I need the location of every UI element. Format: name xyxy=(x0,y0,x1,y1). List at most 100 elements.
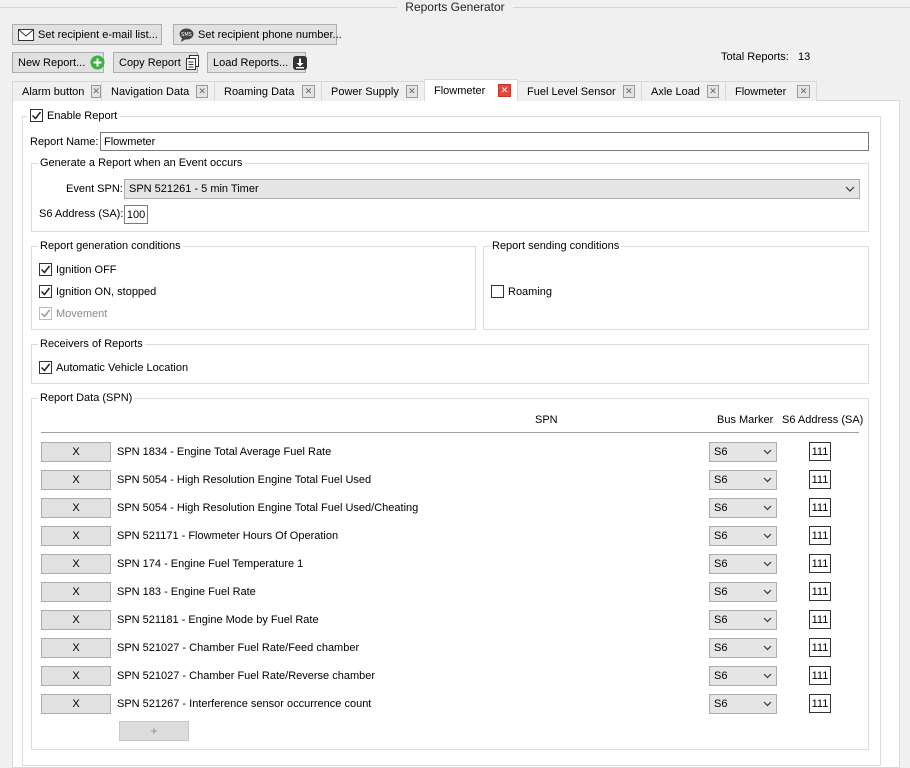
tab-flowmeter-active[interactable]: Flowmeter ✕ xyxy=(424,79,518,101)
bus-marker-select[interactable]: S6 xyxy=(709,666,777,686)
checkbox-box xyxy=(39,307,52,320)
close-tab-icon[interactable]: ✕ xyxy=(302,85,315,98)
bus-marker-select[interactable]: S6 xyxy=(709,610,777,630)
sa-address-input[interactable]: 111 xyxy=(809,582,831,601)
bus-marker-select[interactable]: S6 xyxy=(709,694,777,714)
set-email-button[interactable]: Set recipient e-mail list... xyxy=(12,24,162,45)
sa-address-input[interactable]: 111 xyxy=(809,610,831,629)
tab-axle-load[interactable]: Axle Load ✕ xyxy=(641,81,726,101)
tab-flowmeter-2[interactable]: Flowmeter ✕ xyxy=(725,81,817,101)
chevron-down-icon xyxy=(763,670,772,682)
remove-spn-button[interactable]: X xyxy=(41,442,111,462)
tab-roaming-data[interactable]: Roaming Data ✕ xyxy=(214,81,322,101)
chevron-down-icon xyxy=(763,558,772,570)
remove-spn-button[interactable]: X xyxy=(41,554,111,574)
sa-address-input[interactable]: 111 xyxy=(809,554,831,573)
close-tab-icon[interactable]: ✕ xyxy=(196,85,208,98)
add-circle-icon xyxy=(90,55,105,70)
close-tab-icon[interactable]: ✕ xyxy=(622,85,635,98)
download-icon xyxy=(293,55,308,70)
avl-checkbox[interactable]: Automatic Vehicle Location xyxy=(39,361,188,374)
bus-marker-value: S6 xyxy=(714,530,728,542)
spn-label: SPN 1834 - Engine Total Average Fuel Rat… xyxy=(117,446,332,458)
spn-label: SPN 521027 - Chamber Fuel Rate/Feed cham… xyxy=(117,642,360,654)
remove-spn-button[interactable]: X xyxy=(41,666,111,686)
sa-input[interactable]: 100 xyxy=(124,205,148,224)
bus-marker-select[interactable]: S6 xyxy=(709,638,777,658)
window-title: Reports Generator xyxy=(0,0,910,14)
sa-address-input[interactable]: 111 xyxy=(809,666,831,685)
checkbox-box[interactable] xyxy=(39,263,52,276)
spn-label: SPN 521181 - Engine Mode by Fuel Rate xyxy=(117,614,319,626)
chevron-down-icon xyxy=(763,586,772,598)
event-group-title: Generate a Report when an Event occurs xyxy=(38,157,245,169)
chevron-down-icon xyxy=(763,446,772,458)
close-tab-icon[interactable]: ✕ xyxy=(405,85,418,98)
spn-label: SPN 521267 - Interference sensor occurre… xyxy=(117,698,372,710)
new-report-button[interactable]: New Report... xyxy=(12,52,105,73)
chevron-down-icon xyxy=(763,474,772,486)
sa-address-input[interactable]: 111 xyxy=(809,638,831,657)
bus-marker-select[interactable]: S6 xyxy=(709,526,777,546)
checkbox-box[interactable] xyxy=(491,285,504,298)
bus-marker-select[interactable]: S6 xyxy=(709,442,777,462)
sa-address-input[interactable]: 111 xyxy=(809,526,831,545)
bus-marker-value: S6 xyxy=(714,446,728,458)
bus-marker-value: S6 xyxy=(714,586,728,598)
total-reports-count: 13 xyxy=(798,51,811,63)
bus-marker-select[interactable]: S6 xyxy=(709,498,777,518)
sending-conditions-title: Report sending conditions xyxy=(490,240,622,252)
tab-power-supply[interactable]: Power Supply ✕ xyxy=(321,81,425,101)
checkbox-box[interactable] xyxy=(39,361,52,374)
bus-marker-value: S6 xyxy=(714,670,728,682)
set-phone-button[interactable]: SMS Set recipient phone number... xyxy=(173,24,342,45)
sa-address-input[interactable]: 111 xyxy=(809,442,831,461)
remove-spn-button[interactable]: X xyxy=(41,526,111,546)
remove-spn-button[interactable]: X xyxy=(41,694,111,714)
chevron-down-icon xyxy=(763,502,772,514)
spn-label: SPN 521171 - Flowmeter Hours Of Operatio… xyxy=(117,530,339,542)
bus-marker-select[interactable]: S6 xyxy=(709,470,777,490)
bus-marker-select[interactable]: S6 xyxy=(709,554,777,574)
sa-address-input[interactable]: 111 xyxy=(809,694,831,713)
bus-marker-value: S6 xyxy=(714,558,728,570)
roaming-checkbox[interactable]: Roaming xyxy=(491,285,552,298)
tab-alarm-button[interactable]: Alarm button ✕ xyxy=(12,81,102,101)
remove-spn-button[interactable]: X xyxy=(41,638,111,658)
movement-checkbox: Movement xyxy=(39,307,107,320)
remove-spn-button[interactable]: X xyxy=(41,470,111,490)
close-tab-icon[interactable]: ✕ xyxy=(91,85,101,98)
load-reports-button[interactable]: Load Reports... xyxy=(207,52,308,73)
bus-marker-value: S6 xyxy=(714,474,728,486)
event-spn-select[interactable]: SPN 521261 - 5 min Timer xyxy=(124,179,860,199)
close-tab-icon[interactable]: ✕ xyxy=(706,85,719,98)
spn-label: SPN 183 - Engine Fuel Rate xyxy=(117,586,256,598)
bus-marker-value: S6 xyxy=(714,614,728,626)
sa-label: S6 Address (SA): xyxy=(39,208,124,220)
sa-address-input[interactable]: 111 xyxy=(809,470,831,489)
tab-navigation-data[interactable]: Navigation Data ✕ xyxy=(101,81,215,101)
ignition-on-checkbox[interactable]: Ignition ON, stopped xyxy=(39,285,156,298)
ignition-off-checkbox[interactable]: Ignition OFF xyxy=(39,263,117,276)
bus-marker-select[interactable]: S6 xyxy=(709,582,777,602)
tab-fuel-level-sensor[interactable]: Fuel Level Sensor ✕ xyxy=(517,81,642,101)
copy-report-button[interactable]: Copy Report xyxy=(113,52,199,73)
remove-spn-button[interactable]: X xyxy=(41,582,111,602)
checkbox-box[interactable] xyxy=(39,285,52,298)
svg-text:SMS: SMS xyxy=(181,32,192,38)
sa-address-input[interactable]: 111 xyxy=(809,498,831,517)
close-tab-icon[interactable]: ✕ xyxy=(797,85,810,98)
remove-spn-button[interactable]: X xyxy=(41,498,111,518)
report-tabs: Alarm button ✕ Navigation Data ✕ Roaming D… xyxy=(12,79,817,101)
report-name-input[interactable]: Flowmeter xyxy=(100,132,869,151)
enable-report-checkbox[interactable]: Enable Report xyxy=(27,109,121,122)
checkbox-box[interactable] xyxy=(30,109,43,122)
receivers-title: Receivers of Reports xyxy=(38,338,145,350)
close-tab-icon[interactable]: ✕ xyxy=(498,84,511,97)
sms-icon: SMS xyxy=(179,28,194,42)
remove-spn-button[interactable]: X xyxy=(41,610,111,630)
chevron-down-icon xyxy=(763,614,772,626)
copy-icon xyxy=(185,55,199,70)
col-spn-header: SPN xyxy=(535,414,558,426)
bus-marker-value: S6 xyxy=(714,502,728,514)
